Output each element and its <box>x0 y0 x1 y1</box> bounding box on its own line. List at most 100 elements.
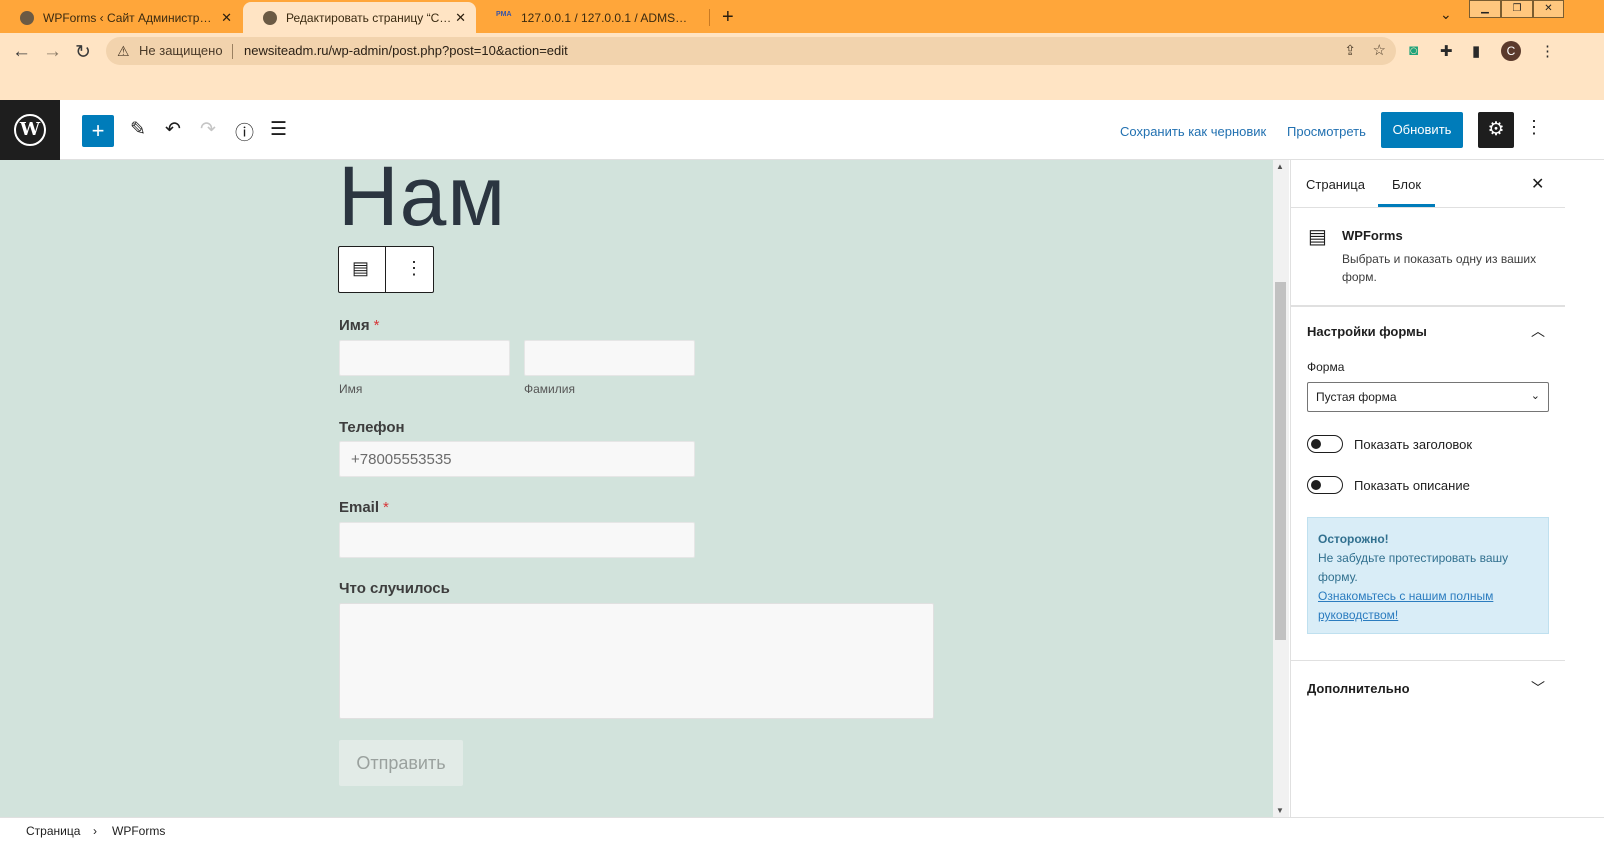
address-bar[interactable]: ⚠ Не защищено newsiteadm.ru/wp-admin/pos… <box>106 37 1396 65</box>
advanced-panel-title[interactable]: Дополнительно <box>1307 681 1410 696</box>
editor-canvas: Нам ▤ ⋮ Имя * Имя Фамилия Телефон +780055… <box>0 160 1273 817</box>
panel-divider <box>1291 660 1565 661</box>
tab-phpmyadmin[interactable]: PMA 127.0.0.1 / 127.0.0.1 / ADMSite | p <box>476 2 708 33</box>
tab-edit-page[interactable]: Редактировать страницу “Сооб ✕ <box>243 2 476 33</box>
settings-gear-icon[interactable]: ⚙ <box>1478 112 1514 148</box>
phpmyadmin-icon: PMA <box>496 10 512 18</box>
page-heading[interactable]: Нам <box>338 160 506 245</box>
show-description-toggle[interactable] <box>1307 476 1343 494</box>
toggle-knob <box>1311 439 1321 449</box>
canvas-scrollbar[interactable]: ▲ ▼ <box>1273 160 1289 817</box>
block-description: Выбрать и показать одну из ваших форм. <box>1342 252 1537 284</box>
block-card: ▤ WPForms Выбрать и показать одну из ваш… <box>1291 208 1565 306</box>
toggle-knob <box>1311 480 1321 490</box>
settings-sidebar: Страница Блок ✕ ▤ WPForms Выбрать и пока… <box>1290 160 1565 817</box>
form-caption: Форма <box>1307 360 1345 374</box>
minimize-icon[interactable]: ▁ <box>1469 0 1501 18</box>
tab-title: Редактировать страницу “Сооб <box>286 10 456 25</box>
show-description-label: Показать описание <box>1354 478 1470 493</box>
block-toolbar: ▤ ⋮ <box>338 246 434 293</box>
extension-icon[interactable]: ◙ <box>1409 42 1418 59</box>
reload-icon[interactable]: ↻ <box>75 41 91 64</box>
restore-icon[interactable]: ❐ <box>1501 0 1533 18</box>
show-title-toggle[interactable] <box>1307 435 1343 453</box>
security-label[interactable]: Не защищено <box>139 43 223 58</box>
required-mark: * <box>373 317 380 334</box>
redo-icon[interactable]: ↷ <box>200 118 216 141</box>
forward-icon[interactable]: → <box>43 41 62 63</box>
scroll-down-icon[interactable]: ▼ <box>1276 806 1284 815</box>
form-select[interactable]: Пустая форма ⌄ <box>1307 382 1549 412</box>
block-options-icon[interactable]: ⋮ <box>405 258 423 279</box>
globe-icon <box>263 10 277 25</box>
pencil-icon[interactable]: ✎ <box>130 118 146 141</box>
toolbar-separator <box>385 247 386 292</box>
warning-notice: Осторожно! Не забудьте протестировать ва… <box>1307 517 1549 634</box>
address-divider <box>232 44 233 59</box>
sidebar-tabs: Страница Блок ✕ <box>1291 160 1565 208</box>
save-draft-button[interactable]: Сохранить как черновик <box>1120 124 1266 139</box>
undo-icon[interactable]: ↶ <box>165 118 181 141</box>
close-icon[interactable]: ✕ <box>1531 174 1544 194</box>
warning-icon[interactable]: ⚠ <box>117 43 130 60</box>
tab-block[interactable]: Блок <box>1377 177 1436 207</box>
breadcrumb: Страница › WPForms <box>0 817 1604 860</box>
share-icon[interactable]: ⇪ <box>1344 42 1356 59</box>
form-block-icon[interactable]: ▤ <box>352 258 369 279</box>
scrollbar-thumb[interactable] <box>1275 282 1286 640</box>
show-title-label: Показать заголовок <box>1354 437 1473 452</box>
chevron-down-icon[interactable]: ﹀ <box>1531 678 1545 698</box>
block-name: WPForms <box>1342 228 1403 243</box>
name-label-text: Имя <box>339 317 370 334</box>
tab-search-chevron-icon[interactable]: ⌄ <box>1440 6 1452 23</box>
first-name-field[interactable] <box>339 340 510 376</box>
info-icon[interactable]: ⓘ <box>235 118 254 145</box>
editor-header: W + ✎ ↶ ↷ ⓘ ☰ Сохранить как черновик Про… <box>0 100 1604 160</box>
form-block-icon: ▤ <box>1308 226 1327 248</box>
bookmark-star-icon[interactable]: ☆ <box>1373 41 1386 59</box>
email-label-text: Email <box>339 499 380 516</box>
tab-wpforms[interactable]: WPForms ‹ Сайт Администраци ✕ <box>0 2 242 33</box>
tab-page[interactable]: Страница <box>1306 177 1365 192</box>
breadcrumb-separator: › <box>93 824 97 838</box>
guide-link[interactable]: Ознакомьтесь с нашим полным руководством… <box>1318 587 1538 625</box>
close-window-icon[interactable]: ✕ <box>1533 0 1564 18</box>
wordpress-logo[interactable]: W <box>0 100 60 160</box>
phone-field[interactable]: +78005553535 <box>339 441 695 477</box>
browser-chrome: WPForms ‹ Сайт Администраци ✕ Редактиров… <box>0 0 1604 100</box>
browser-toolbar: ← → ↻ ⚠ Не защищено newsiteadm.ru/wp-adm… <box>0 33 1604 100</box>
update-button[interactable]: Обновить <box>1381 112 1463 148</box>
email-field[interactable] <box>339 522 695 558</box>
phone-label: Телефон <box>339 419 405 436</box>
options-menu-icon[interactable]: ⋮ <box>1525 117 1543 138</box>
back-icon[interactable]: ← <box>12 41 31 63</box>
last-name-sublabel: Фамилия <box>524 382 575 396</box>
required-mark: * <box>383 499 389 516</box>
close-tab-icon[interactable]: ✕ <box>455 10 466 26</box>
submit-button[interactable]: Отправить <box>339 740 463 786</box>
puzzle-icon[interactable]: ✚ <box>1440 42 1453 60</box>
message-label: Что случилось <box>339 580 450 597</box>
new-tab-button[interactable]: + <box>722 6 734 29</box>
breadcrumb-wpforms[interactable]: WPForms <box>112 824 165 838</box>
url-text[interactable]: newsiteadm.ru/wp-admin/post.php?post=10&… <box>244 43 568 58</box>
chevron-up-icon[interactable]: ︿ <box>1531 321 1545 341</box>
browser-menu-icon[interactable]: ⋮ <box>1540 42 1555 60</box>
first-name-sublabel: Имя <box>339 382 363 396</box>
block-inserter-button[interactable]: + <box>82 115 114 147</box>
email-label: Email * <box>339 499 389 516</box>
scroll-up-icon[interactable]: ▲ <box>1276 162 1284 171</box>
close-tab-icon[interactable]: ✕ <box>221 10 232 26</box>
avatar[interactable]: C <box>1501 41 1521 61</box>
notice-title: Осторожно! <box>1318 532 1389 546</box>
list-view-icon[interactable]: ☰ <box>270 118 287 141</box>
form-settings-title[interactable]: Настройки формы <box>1307 324 1427 339</box>
breadcrumb-page[interactable]: Страница <box>26 824 80 838</box>
form-select-value: Пустая форма <box>1316 390 1397 404</box>
chevron-down-icon: ⌄ <box>1530 390 1540 402</box>
message-textarea[interactable] <box>339 603 934 719</box>
preview-button[interactable]: Просмотреть <box>1287 124 1366 139</box>
wordpress-icon: W <box>14 114 46 146</box>
last-name-field[interactable] <box>524 340 695 376</box>
side-panel-icon[interactable]: ▮ <box>1472 42 1480 60</box>
